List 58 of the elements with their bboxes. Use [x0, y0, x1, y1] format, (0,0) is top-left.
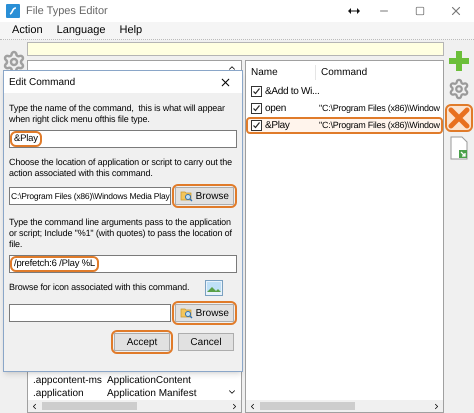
scroll-left-icon[interactable]: [248, 402, 257, 410]
menu-item[interactable]: Action: [12, 22, 43, 39]
maximize-icon: [415, 6, 425, 16]
settings-icon: [448, 78, 470, 100]
scroll-right-icon[interactable]: [230, 402, 239, 410]
table-cell-text: .application: [33, 387, 85, 400]
column-header[interactable]: Command: [316, 64, 368, 80]
window-title: File Types Editor: [26, 4, 108, 19]
table-cell: ApplicationContent: [107, 374, 191, 387]
menu-item[interactable]: Help: [120, 22, 142, 39]
close-icon: [449, 4, 463, 18]
field-value: C:\Program Files (x86)\Windows Media Play: [10, 190, 170, 202]
checkbox[interactable]: [251, 120, 262, 131]
table-cell: "C:\Program Files (x86)\Window: [319, 102, 440, 115]
table-cell-text: .appcontent-ms: [33, 374, 103, 387]
plus-icon: [448, 50, 470, 72]
command-row[interactable]: &Add to Wi...: [246, 83, 443, 100]
horizontal-scrollbar[interactable]: [28, 400, 241, 412]
table-cell-text: &Add to Wi...: [264, 85, 319, 98]
input-field[interactable]: &Play: [9, 130, 237, 148]
scroll-left-icon[interactable]: [30, 402, 39, 410]
input-field[interactable]: /prefetch:6 /Play %L: [9, 255, 237, 273]
resize-cursor-icon: [348, 8, 360, 14]
field-value: /prefetch:6 /Play %L: [10, 256, 100, 272]
input-field[interactable]: C:\Program Files (x86)\Windows Media Play: [9, 187, 171, 205]
close-icon[interactable]: [219, 76, 232, 88]
prompt-text: Browse for icon associated with this command.: [9, 282, 190, 293]
prompt-text: Type the command line arguments pass to the application or script; Include "%1" (with quotes) to pass the location of file.: [9, 217, 233, 250]
add-button[interactable]: [446, 48, 472, 74]
table-cell-text: &Play: [264, 119, 291, 132]
delete-button[interactable]: [445, 104, 473, 132]
folder-search-icon: [180, 190, 193, 202]
app-icon: [6, 4, 20, 18]
table-cell: "C:\Program Files (x86)\Window: [319, 119, 440, 132]
field-value: &Play: [10, 131, 42, 147]
browse-button[interactable]: Browse: [174, 304, 234, 322]
prompt-text: Choose the location of application or script to carry out the action associated with this command.: [9, 157, 233, 179]
prompt-text: Type the name of the command, this is what will appear when right click menu ofthis file type.: [9, 103, 226, 125]
scroll-right-icon[interactable]: [432, 402, 441, 410]
dialog-button[interactable]: Accept: [114, 333, 170, 351]
table-cell-text: open: [264, 102, 288, 115]
checkbox[interactable]: [251, 103, 262, 114]
menu-item[interactable]: Language: [56, 22, 106, 39]
image-icon[interactable]: [205, 280, 223, 296]
dialog-title: Edit Command: [9, 76, 76, 90]
column-header[interactable]: Name: [246, 64, 316, 80]
horizontal-scrollbar[interactable]: [246, 400, 443, 412]
browse-button[interactable]: Browse: [174, 187, 234, 205]
command-row[interactable]: &Play "C:\Program Files (x86)\Window: [246, 117, 443, 134]
input-field[interactable]: [9, 304, 171, 322]
close-icon: [448, 107, 470, 129]
folder-search-icon: [180, 307, 193, 319]
checkbox[interactable]: [251, 86, 262, 97]
filter-field[interactable]: [27, 42, 444, 56]
table-cell: Application Manifest: [107, 387, 196, 400]
document-arrow-icon: [449, 136, 469, 160]
command-row[interactable]: open "C:\Program Files (x86)\Window: [246, 100, 443, 117]
dialog-button[interactable]: Cancel: [178, 333, 234, 351]
